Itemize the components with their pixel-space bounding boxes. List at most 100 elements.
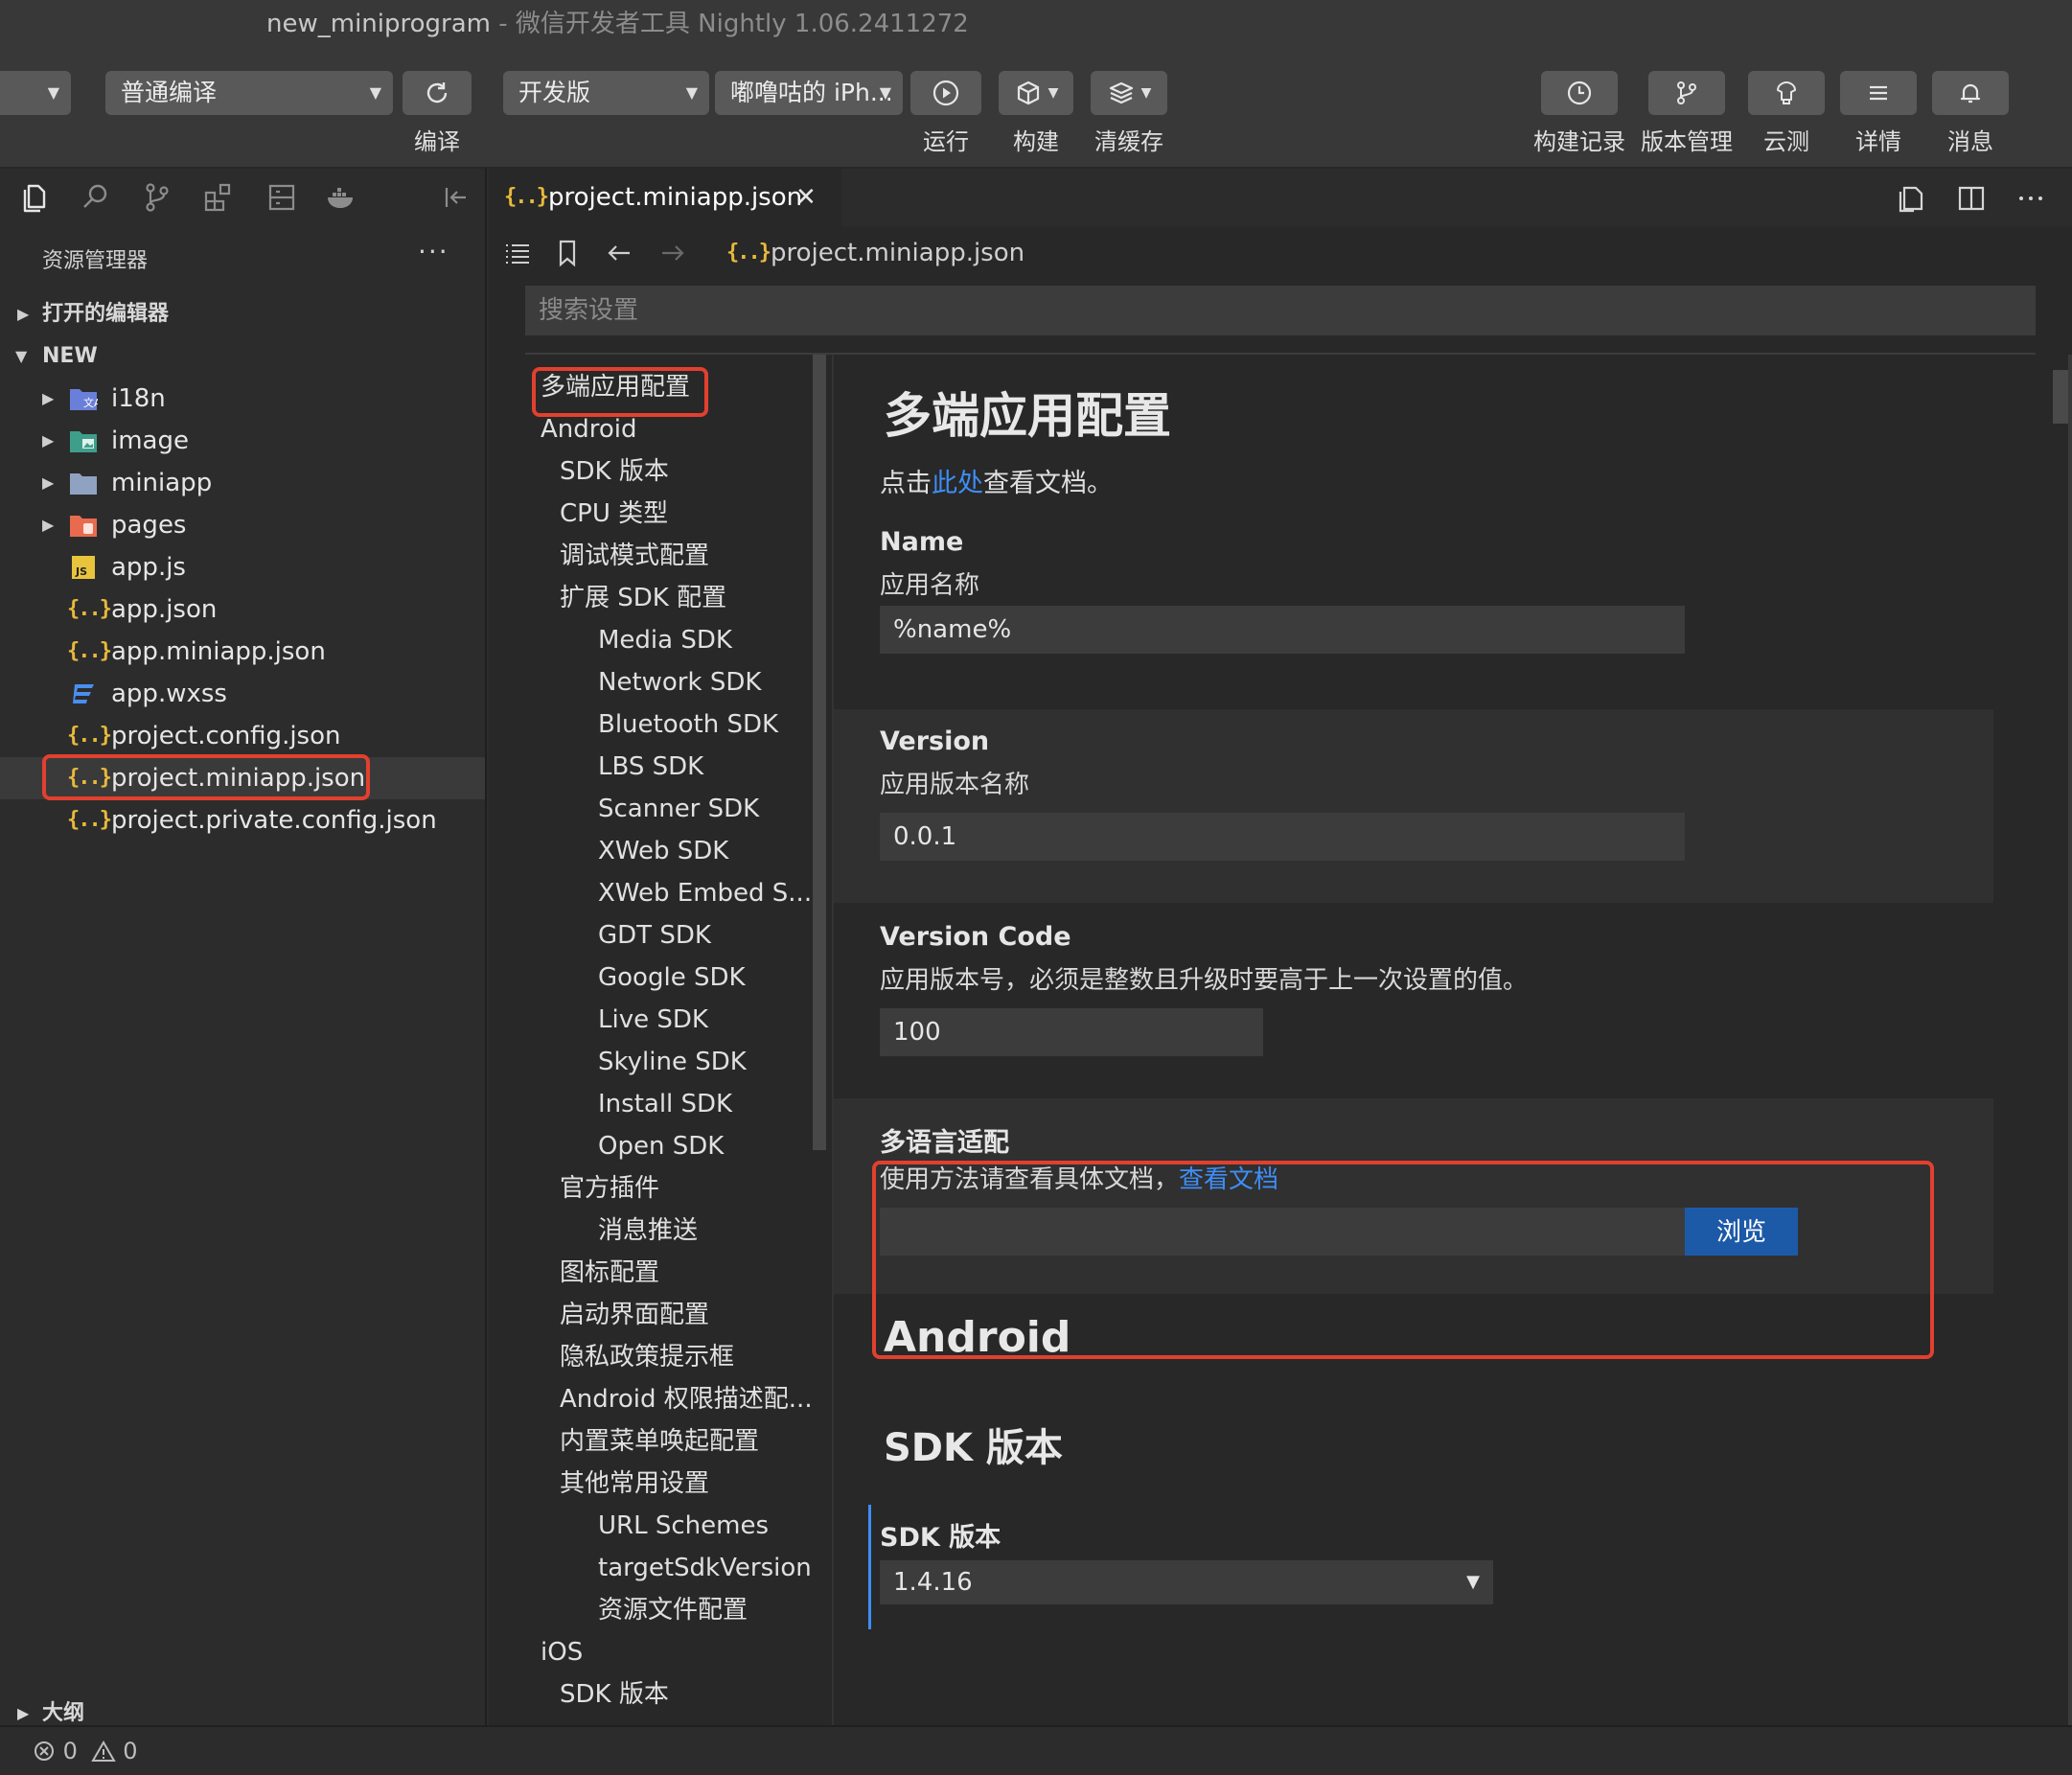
list-icon[interactable] <box>502 238 533 268</box>
storage-tab[interactable] <box>265 180 299 215</box>
tree-item-project-private-config-json[interactable]: {..} project.private.config.json <box>0 799 485 841</box>
more-actions-button[interactable]: ··· <box>418 236 449 267</box>
messages-button[interactable] <box>1932 71 2009 115</box>
toc-item[interactable]: 内置菜单唤起配置 <box>560 1420 759 1463</box>
project-root-section[interactable]: ▼ NEW <box>0 335 485 378</box>
tree-item-app-json[interactable]: {..} app.json <box>0 588 485 631</box>
source-control-tab[interactable] <box>140 180 174 215</box>
toc-item[interactable]: LBS SDK <box>598 746 703 788</box>
toc-item[interactable]: Android <box>541 408 637 450</box>
tree-item-app-wxss[interactable]: app.wxss <box>0 673 485 715</box>
toc-item[interactable]: Android 权限描述配... <box>560 1378 813 1420</box>
toc-item[interactable]: Media SDK <box>598 619 732 661</box>
editor-breadcrumb: {..} project.miniapp.json <box>489 226 2072 280</box>
breadcrumb-file[interactable]: project.miniapp.json <box>771 226 1024 280</box>
tab-project-miniapp-json[interactable]: {..} project.miniapp.json ✕ <box>489 169 841 226</box>
version-mgmt-button[interactable] <box>1648 71 1725 115</box>
open-changes-icon[interactable] <box>1896 182 1928 215</box>
toc-item[interactable]: SDK 版本 <box>560 1673 669 1716</box>
cloud-test-button[interactable] <box>1748 71 1825 115</box>
toc-item[interactable]: targetSdkVersion <box>598 1547 812 1589</box>
toc-item[interactable]: XWeb SDK <box>598 830 728 872</box>
back-arrow-icon[interactable] <box>604 238 634 268</box>
explorer-header: 资源管理器 <box>42 249 149 273</box>
name-input[interactable] <box>880 606 1685 654</box>
run-button[interactable] <box>910 71 981 115</box>
bookmark-icon[interactable] <box>552 238 583 268</box>
forward-arrow-icon[interactable] <box>657 238 688 268</box>
toc-item[interactable]: Open SDK <box>598 1125 724 1167</box>
tree-item-pages[interactable]: ▶ pages <box>0 504 485 546</box>
toc-item[interactable]: Skyline SDK <box>598 1041 747 1083</box>
json-file-icon: {..} <box>67 597 112 621</box>
i18n-doc-link[interactable]: 查看文档 <box>1179 1165 1278 1194</box>
i18n-path-input[interactable] <box>880 1208 1691 1256</box>
toc-item[interactable]: 其他常用设置 <box>560 1463 709 1505</box>
explorer-sidebar: 资源管理器 ··· ▶ 打开的编辑器 ▼ NEW ▶ 文A i18n ▶ ima… <box>0 169 487 1725</box>
chevron-down-icon: ▼ <box>15 347 28 365</box>
doc-link[interactable]: 此处 <box>932 469 983 498</box>
browse-button[interactable]: 浏览 <box>1685 1208 1798 1256</box>
scrollbar-track <box>2068 355 2072 1725</box>
toc-item[interactable]: 启动界面配置 <box>560 1294 709 1336</box>
toc-item[interactable]: Google SDK <box>598 957 746 999</box>
mode-dropdown[interactable]: ▼ <box>0 71 71 115</box>
problems-indicator[interactable]: 0 0 <box>33 1727 137 1775</box>
collapse-sidebar-button[interactable] <box>439 180 473 215</box>
toc-item[interactable]: 调试模式配置 <box>560 535 709 577</box>
toc-item[interactable]: CPU 类型 <box>560 493 668 535</box>
tree-item-miniapp[interactable]: ▶ miniapp <box>0 462 485 504</box>
split-editor-icon[interactable] <box>1955 182 1988 215</box>
more-icon[interactable] <box>2014 182 2047 215</box>
compile-label: 编译 <box>414 128 460 155</box>
toc-item[interactable]: 图标配置 <box>560 1252 659 1294</box>
toc-item[interactable]: 隐私政策提示框 <box>560 1336 734 1378</box>
tree-item-app-js[interactable]: JS app.js <box>0 546 485 588</box>
open-editors-section[interactable]: ▶ 打开的编辑器 <box>0 293 485 335</box>
clear-cache-button[interactable]: ▼ <box>1091 71 1167 115</box>
toc-item[interactable]: Install SDK <box>598 1083 732 1125</box>
toc-item[interactable]: 官方插件 <box>560 1167 659 1210</box>
modified-indicator <box>868 1505 871 1629</box>
tree-item-app-miniapp-json[interactable]: {..} app.miniapp.json <box>0 631 485 673</box>
toc-item[interactable]: Scanner SDK <box>598 788 759 830</box>
toc-item[interactable]: 资源文件配置 <box>598 1589 748 1631</box>
compile-mode-select[interactable]: 普通编译 ▼ <box>105 71 393 115</box>
build-log-button[interactable] <box>1541 71 1618 115</box>
version-input[interactable] <box>880 813 1685 861</box>
toc-item[interactable]: SDK 版本 <box>560 450 669 493</box>
toc-item[interactable]: 扩展 SDK 配置 <box>560 577 726 619</box>
toc-scrollbar[interactable] <box>813 355 826 1150</box>
tree-item-image[interactable]: ▶ image <box>0 420 485 462</box>
version-type-select[interactable]: 开发版 ▼ <box>503 71 709 115</box>
sdk-version-select[interactable]: 1.4.16 ▼ <box>880 1560 1493 1604</box>
compile-button[interactable] <box>403 71 472 115</box>
setting-name: Name 应用名称 <box>834 518 1993 654</box>
toc-item[interactable]: Bluetooth SDK <box>598 703 778 746</box>
run-label: 运行 <box>923 128 969 155</box>
search-settings-input[interactable] <box>525 286 2036 335</box>
docker-tab[interactable] <box>324 180 358 215</box>
toc-item[interactable]: GDT SDK <box>598 914 711 957</box>
tree-item-i18n[interactable]: ▶ 文A i18n <box>0 378 485 420</box>
json-file-icon: {..} <box>67 766 112 790</box>
content-scrollbar[interactable] <box>2051 355 2072 1725</box>
toc-item[interactable]: URL Schemes <box>598 1505 769 1547</box>
toc-item[interactable]: 消息推送 <box>598 1210 698 1252</box>
extensions-tab[interactable] <box>201 180 236 215</box>
search-tab[interactable] <box>79 180 113 215</box>
json-file-icon: {..} <box>504 185 549 209</box>
details-button[interactable] <box>1840 71 1917 115</box>
build-button[interactable]: ▼ <box>999 71 1073 115</box>
toc-item[interactable]: Network SDK <box>598 661 761 703</box>
version-code-input[interactable] <box>880 1008 1263 1056</box>
toc-item[interactable]: Live SDK <box>598 999 708 1041</box>
toc-item[interactable]: XWeb Embed S... <box>598 872 812 914</box>
toc-item[interactable]: iOS <box>541 1631 583 1673</box>
tree-item-project-config-json[interactable]: {..} project.config.json <box>0 715 485 757</box>
toc-item[interactable]: 多端应用配置 <box>541 366 690 408</box>
explorer-tab[interactable] <box>17 180 52 215</box>
close-icon[interactable]: ✕ <box>795 171 817 224</box>
tree-item-project-miniapp-json[interactable]: {..} project.miniapp.json <box>0 757 485 799</box>
device-select[interactable]: 嘟噜咕的 iPh... ▼ <box>715 71 903 115</box>
